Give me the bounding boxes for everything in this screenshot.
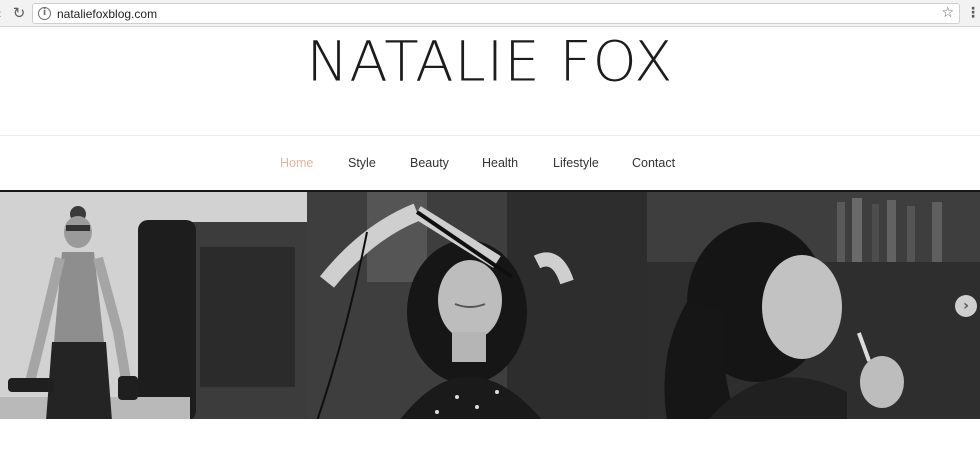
back-arrow-icon[interactable]: ‹ [0,5,7,21]
nav-item-health[interactable]: Health [482,154,518,172]
slide-fitness-photo[interactable] [0,192,307,419]
main-navigation: Home Style Beauty Health Lifestyle Conta… [0,150,980,176]
url-text[interactable]: nataliefoxblog.com [57,6,157,22]
hair-curling-photo [307,192,647,419]
slide-hair-curling-photo[interactable] [307,192,647,419]
site-logo[interactable]: NATALIE FOX [0,31,980,96]
menu-kebab-icon[interactable]: ⋮ [966,4,980,22]
nav-item-contact[interactable]: Contact [632,154,675,172]
nav-item-home[interactable]: Home [280,154,313,172]
header-divider [0,135,980,136]
nav-item-beauty[interactable]: Beauty [410,154,449,172]
hero-slider[interactable]: › [0,190,980,419]
reload-icon[interactable]: ↻ [11,4,27,22]
next-arrow-icon[interactable]: › [955,295,977,317]
nav-item-lifestyle[interactable]: Lifestyle [553,154,599,172]
lipstick-photo [647,192,980,419]
star-icon[interactable]: ☆ [941,5,954,22]
fitness-photo [0,192,307,419]
info-icon[interactable]: i [38,7,51,20]
slide-lipstick-photo[interactable] [647,192,980,419]
nav-item-style[interactable]: Style [348,154,376,172]
content-area [0,419,980,450]
address-bar[interactable]: i nataliefoxblog.com ☆ [32,3,960,24]
browser-toolbar: ‹ ↻ i nataliefoxblog.com ☆ ⋮ [0,0,980,27]
